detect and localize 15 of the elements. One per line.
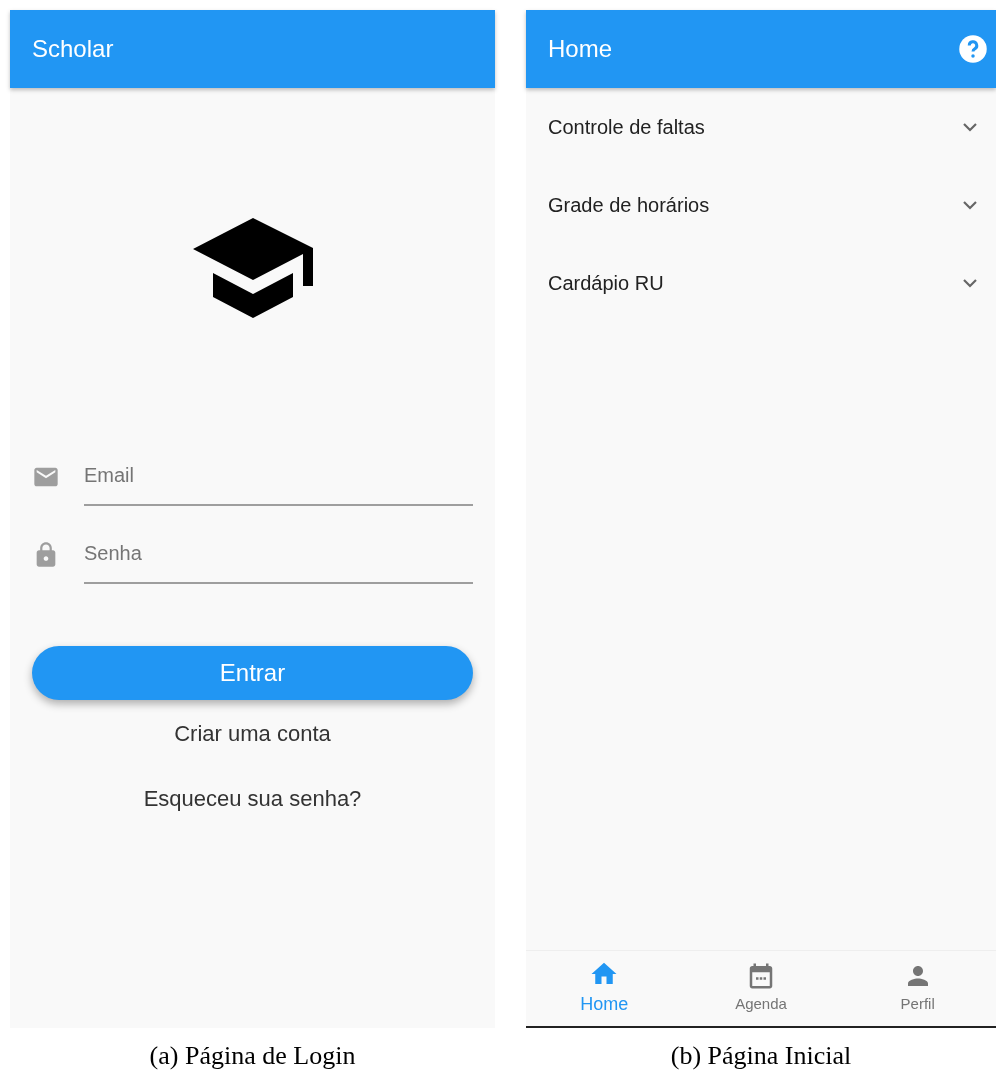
expandable-section[interactable]: Cardápio RU: [526, 244, 996, 322]
expandable-section[interactable]: Grade de horários: [526, 166, 996, 244]
figure-caption: (a) Página de Login: [149, 1040, 356, 1072]
figure-caption: (b) Página Inicial: [670, 1040, 852, 1072]
email-field[interactable]: Email: [84, 448, 473, 506]
help-icon: [958, 34, 988, 64]
graduation-cap-icon: [192, 218, 313, 318]
app-title: Home: [548, 34, 613, 64]
forgot-password-link[interactable]: Esqueceu sua senha?: [137, 781, 368, 816]
nav-tab[interactable]: Perfil: [839, 951, 996, 1026]
create-account-link[interactable]: Criar uma conta: [168, 716, 337, 751]
password-field[interactable]: Senha: [84, 526, 473, 584]
nav-tab[interactable]: Agenda: [682, 951, 840, 1026]
expandable-section[interactable]: Controle de faltas: [526, 88, 996, 166]
app-title: Scholar: [32, 34, 114, 64]
